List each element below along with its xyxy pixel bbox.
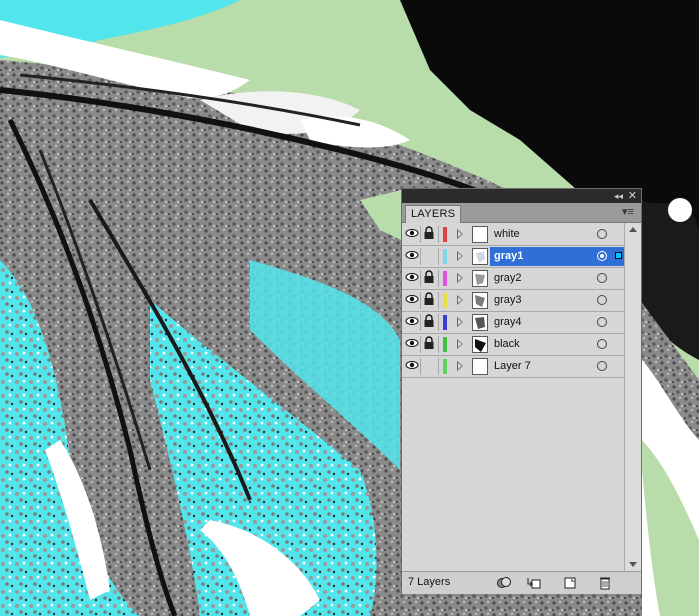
expand-triangle-icon[interactable] (457, 339, 463, 349)
layer-row[interactable]: gray1 (402, 246, 624, 268)
lock-toggle[interactable] (423, 248, 439, 265)
layer-target-circle-icon[interactable] (597, 273, 607, 283)
lock-icon[interactable] (423, 226, 439, 243)
layer-color-swatch (443, 227, 447, 242)
scroll-up-icon[interactable] (629, 227, 637, 232)
layers-panel: ◂◂ ✕ LAYERS ▾≡ white gray1 gray2 gray3 gray4… (401, 188, 642, 594)
expand-triangle-icon[interactable] (457, 251, 463, 261)
layer-list: white gray1 gray2 gray3 gray4 black Layer 7 (402, 223, 624, 571)
create-new-sublayer-icon[interactable] (526, 575, 542, 590)
layer-thumbnail (472, 314, 488, 331)
layer-thumbnail (472, 336, 488, 353)
collapse-panel-icon[interactable]: ◂◂ (614, 189, 623, 203)
visibility-eye-icon[interactable] (405, 336, 421, 353)
expand-triangle-icon[interactable] (457, 295, 463, 305)
layer-name[interactable]: gray2 (494, 268, 522, 289)
layer-color-swatch (443, 271, 447, 286)
layer-name[interactable]: white (494, 224, 520, 245)
expand-triangle-icon[interactable] (457, 317, 463, 327)
layer-list-scrollbar[interactable] (624, 223, 641, 571)
panel-menu-icon[interactable]: ▾≡ (621, 206, 635, 218)
visibility-eye-icon[interactable] (405, 270, 421, 287)
visibility-eye-icon[interactable] (405, 226, 421, 243)
expand-triangle-icon[interactable] (457, 229, 463, 239)
lock-icon[interactable] (423, 292, 439, 309)
layer-name[interactable]: gray4 (494, 312, 522, 333)
panel-tab-row: LAYERS ▾≡ (402, 203, 641, 223)
layer-target-circle-icon[interactable] (597, 229, 607, 239)
layer-color-swatch (443, 359, 447, 374)
layer-target-circle-icon[interactable] (597, 295, 607, 305)
layer-target-circle-icon[interactable] (597, 339, 607, 349)
layer-target-circle-icon[interactable] (597, 317, 607, 327)
create-new-layer-icon[interactable] (562, 575, 578, 590)
layer-count: 7 Layers (408, 576, 451, 588)
layer-thumbnail (472, 292, 488, 309)
layer-thumbnail (472, 226, 488, 243)
lock-icon[interactable] (423, 270, 439, 287)
delete-layer-icon[interactable] (597, 575, 613, 590)
panel-titlebar[interactable]: ◂◂ ✕ (402, 189, 641, 203)
scroll-down-icon[interactable] (629, 562, 637, 567)
layer-target-circle-icon[interactable] (597, 361, 607, 371)
panel-footer: 7 Layers (402, 571, 641, 594)
layer-row[interactable]: white (402, 224, 624, 246)
layer-thumbnail (472, 248, 488, 265)
layer-color-swatch (443, 315, 447, 330)
layer-color-swatch (443, 293, 447, 308)
selected-art-indicator[interactable] (615, 252, 622, 259)
layer-color-swatch (443, 249, 447, 264)
lock-icon[interactable] (423, 314, 439, 331)
visibility-eye-icon[interactable] (405, 358, 421, 375)
layer-row[interactable]: Layer 7 (402, 356, 624, 378)
layer-name[interactable]: gray3 (494, 290, 522, 311)
expand-triangle-icon[interactable] (457, 361, 463, 371)
layer-thumbnail (472, 358, 488, 375)
visibility-eye-icon[interactable] (405, 292, 421, 309)
layer-row[interactable]: gray2 (402, 268, 624, 290)
make-clipping-mask-icon[interactable] (496, 575, 512, 590)
visibility-eye-icon[interactable] (405, 314, 421, 331)
layer-target-circle-icon[interactable] (597, 251, 607, 261)
layer-name[interactable]: gray1 (494, 246, 523, 267)
lock-icon[interactable] (423, 336, 439, 353)
lock-toggle[interactable] (423, 358, 439, 375)
visibility-eye-icon[interactable] (405, 248, 421, 265)
layer-thumbnail (472, 270, 488, 287)
layer-row[interactable]: gray3 (402, 290, 624, 312)
layer-color-swatch (443, 337, 447, 352)
layer-name[interactable]: Layer 7 (494, 356, 531, 377)
expand-triangle-icon[interactable] (457, 273, 463, 283)
layer-row[interactable]: black (402, 334, 624, 356)
tab-layers[interactable]: LAYERS (405, 205, 462, 223)
close-panel-icon[interactable]: ✕ (628, 189, 637, 203)
layer-row[interactable]: gray4 (402, 312, 624, 334)
layer-name[interactable]: black (494, 334, 520, 355)
